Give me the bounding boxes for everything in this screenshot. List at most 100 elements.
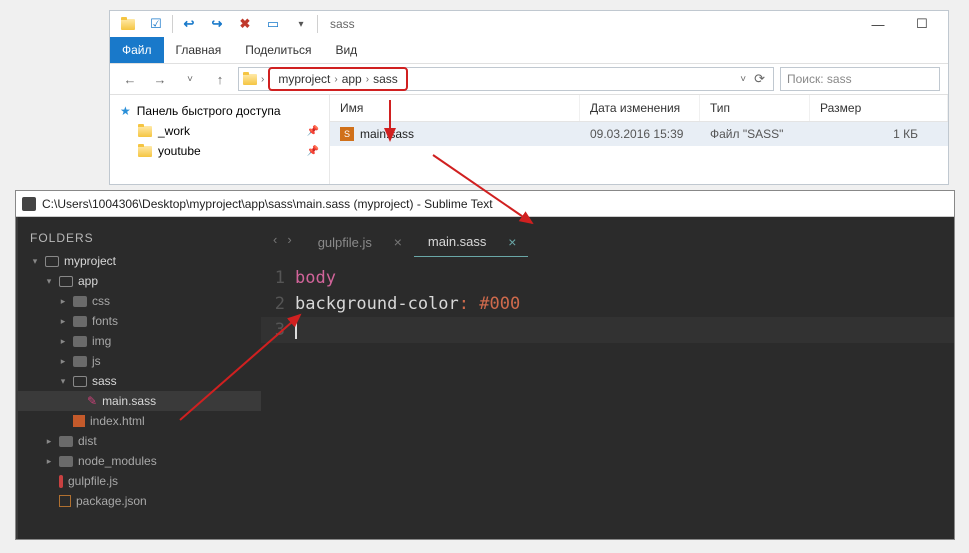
sidebar-item-work[interactable]: _work 📌	[114, 121, 325, 141]
tree-root[interactable]: myproject	[16, 251, 261, 271]
tree-label: dist	[78, 434, 97, 448]
tab-label: main.sass	[428, 234, 487, 249]
tab-label: gulpfile.js	[318, 235, 372, 250]
code-line[interactable]	[295, 317, 297, 343]
tree-js[interactable]: js	[16, 351, 261, 371]
search-input[interactable]: Поиск: sass	[780, 67, 940, 91]
chevron-right-icon: ›	[334, 74, 337, 85]
folder-icon	[73, 336, 87, 347]
nav-recent-icon[interactable]: ˅	[178, 67, 202, 91]
tree-dist[interactable]: dist	[16, 431, 261, 451]
code-editor[interactable]: 1body2 background-color: #0003	[261, 257, 954, 539]
col-type[interactable]: Тип	[700, 95, 810, 121]
titlebar-location: sass	[330, 17, 355, 31]
folder-icon	[59, 456, 73, 467]
close-icon[interactable]: ×	[508, 234, 516, 250]
quick-access-header[interactable]: ★ Панель быстрого доступа	[114, 101, 325, 121]
props-icon[interactable]: ☑	[142, 13, 170, 35]
tree-label: fonts	[92, 314, 118, 328]
list-header: Имя Дата изменения Тип Размер	[330, 95, 948, 122]
delete-icon[interactable]: ✖	[231, 13, 259, 35]
close-icon[interactable]: ×	[394, 234, 402, 250]
tree-css[interactable]: css	[16, 291, 261, 311]
tree-img[interactable]: img	[16, 331, 261, 351]
sublime-window: C:\Users\1004306\Desktop\myproject\app\s…	[15, 190, 955, 540]
breadcrumb-folder-icon	[243, 74, 257, 85]
refresh-icon[interactable]: ⟳	[754, 71, 765, 87]
file-type: Файл "SASS"	[700, 127, 810, 141]
breadcrumb[interactable]: › myproject › app › sass ˅ ⟳	[238, 67, 774, 91]
tab-main-sass[interactable]: main.sass ×	[414, 227, 529, 257]
tree-package-json[interactable]: package.json	[16, 491, 261, 511]
menu-share[interactable]: Поделиться	[233, 37, 323, 63]
tree-label: myproject	[64, 254, 116, 268]
col-size[interactable]: Размер	[810, 95, 948, 121]
folder-icon	[138, 126, 152, 137]
tree-fonts[interactable]: fonts	[16, 311, 261, 331]
menu-home[interactable]: Главная	[164, 37, 234, 63]
chevron-right-icon: ›	[366, 74, 369, 85]
html-file-icon	[73, 415, 85, 427]
tree-sass[interactable]: sass	[16, 371, 261, 391]
nav-back-icon[interactable]: ←	[118, 67, 142, 91]
file-row[interactable]: S main.sass 09.03.2016 15:39 Файл "SASS"…	[330, 122, 948, 146]
col-name[interactable]: Имя	[330, 95, 580, 121]
nav-forward-icon[interactable]: →	[148, 67, 172, 91]
folder-icon	[73, 356, 87, 367]
folder-open-icon	[73, 376, 87, 387]
tab-gulpfile[interactable]: gulpfile.js ×	[304, 227, 414, 257]
maximize-icon[interactable]: ☐	[900, 11, 944, 37]
tab-next-icon[interactable]: ›	[287, 232, 291, 247]
menu-file[interactable]: Файл	[110, 37, 164, 63]
tab-bar: ‹ › gulpfile.js × main.sass ×	[261, 217, 954, 257]
redo-icon[interactable]: ↪	[203, 13, 231, 35]
sidebar-item-youtube[interactable]: youtube 📌	[114, 141, 325, 161]
tree-label: sass	[92, 374, 117, 388]
tree-label: main.sass	[102, 394, 156, 408]
minimize-icon[interactable]: —	[856, 11, 900, 37]
tree-label: gulpfile.js	[68, 474, 118, 488]
explorer-titlebar: ☑ ↩ ↪ ✖ ▭ ▾ sass — ☐	[110, 11, 948, 37]
tree-node-modules[interactable]: node_modules	[16, 451, 261, 471]
breadcrumb-segment[interactable]: sass	[373, 72, 398, 86]
folder-icon	[114, 13, 142, 35]
gulp-file-icon	[59, 475, 63, 488]
star-icon: ★	[120, 104, 131, 118]
file-date: 09.03.2016 15:39	[580, 127, 700, 141]
sublime-titlebar: C:\Users\1004306\Desktop\myproject\app\s…	[16, 191, 954, 217]
tree-label: package.json	[76, 494, 147, 508]
file-name: main.sass	[360, 127, 414, 141]
breadcrumb-segment[interactable]: app	[342, 72, 362, 86]
menu-view[interactable]: Вид	[323, 37, 369, 63]
sass-file-icon: ✎	[87, 394, 97, 408]
chevron-right-icon: ›	[261, 74, 264, 85]
sidebar-item-label: youtube	[158, 144, 201, 158]
tab-prev-icon[interactable]: ‹	[273, 232, 277, 247]
pin-icon: 📌	[307, 126, 319, 137]
sidebar-folders-header: FOLDERS	[16, 227, 261, 249]
tree-label: js	[92, 354, 101, 368]
package-file-icon	[59, 495, 71, 507]
undo-icon[interactable]: ↩	[175, 13, 203, 35]
code-line[interactable]: body	[295, 265, 336, 291]
tree-index-html[interactable]: index.html	[16, 411, 261, 431]
tree-gulpfile[interactable]: gulpfile.js	[16, 471, 261, 491]
dropdown-icon[interactable]: ▾	[287, 13, 315, 35]
explorer-navbar: ← → ˅ ↑ › myproject › app › sass ˅ ⟳ Пои…	[110, 63, 948, 95]
tree-label: img	[92, 334, 111, 348]
tree-label: app	[78, 274, 98, 288]
sublime-title: C:\Users\1004306\Desktop\myproject\app\s…	[42, 197, 493, 211]
rename-icon[interactable]: ▭	[259, 13, 287, 35]
tree-app[interactable]: app	[16, 271, 261, 291]
tree-main-sass[interactable]: ✎ main.sass	[16, 391, 261, 411]
line-number: 2	[261, 291, 295, 317]
col-date[interactable]: Дата изменения	[580, 95, 700, 121]
tree-label: index.html	[90, 414, 145, 428]
explorer-window: ☑ ↩ ↪ ✖ ▭ ▾ sass — ☐ Файл Главная Подели…	[109, 10, 949, 185]
code-line[interactable]: background-color: #000	[295, 291, 520, 317]
breadcrumb-segment[interactable]: myproject	[278, 72, 330, 86]
folder-open-icon	[59, 276, 73, 287]
chevron-down-icon[interactable]: ˅	[740, 74, 746, 85]
folder-icon	[73, 316, 87, 327]
nav-up-icon[interactable]: ↑	[208, 67, 232, 91]
